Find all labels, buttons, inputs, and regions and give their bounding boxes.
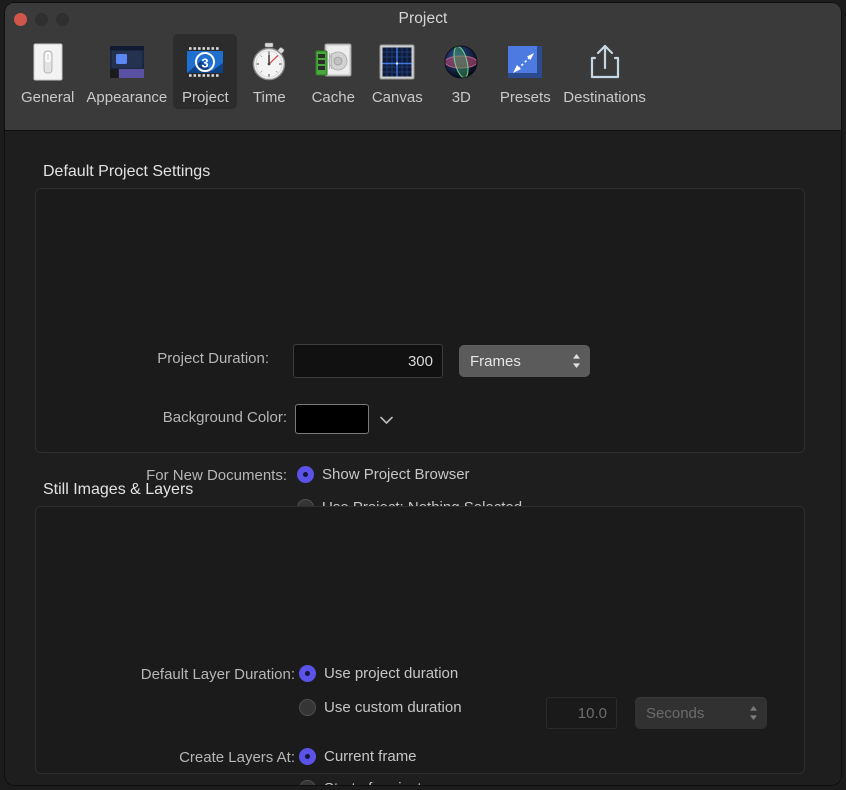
resize-arrows-icon: [501, 38, 549, 86]
window-title: Project: [5, 10, 841, 28]
radio-label-start-of-project: Start of project: [324, 780, 422, 785]
still-images-layers-group: [35, 506, 805, 774]
radio-label-use-project-duration: Use project duration: [324, 665, 458, 682]
background-color-label: Background Color:: [65, 409, 287, 426]
share-export-icon: [581, 38, 629, 86]
toolbar-item-canvas[interactable]: Canvas: [365, 34, 429, 109]
custom-duration-input[interactable]: 10.0: [546, 697, 617, 729]
toolbar-item-cache[interactable]: Cache: [301, 34, 365, 109]
preferences-toolbar: General Appearance: [15, 34, 831, 109]
section-title-default-project-settings: Default Project Settings: [43, 163, 210, 181]
window-titlebar: Project General: [5, 3, 841, 131]
project-duration-unit-popup[interactable]: Frames: [459, 345, 590, 377]
toggle-switch-icon: [24, 38, 72, 86]
custom-duration-unit-popup[interactable]: Seconds: [635, 697, 767, 729]
radio-show-project-browser[interactable]: Show Project Browser: [297, 466, 470, 483]
radio-current-frame[interactable]: Current frame: [299, 748, 417, 765]
project-duration-input[interactable]: 300: [293, 344, 443, 378]
toolbar-label-project: Project: [182, 89, 229, 106]
radio-start-of-project[interactable]: Start of project: [299, 780, 422, 785]
radio-use-custom-duration[interactable]: Use custom duration: [299, 699, 462, 716]
disk-memory-icon: [309, 38, 357, 86]
toolbar-label-presets: Presets: [500, 89, 551, 106]
toolbar-item-presets[interactable]: Presets: [493, 34, 557, 109]
svg-text:3: 3: [202, 56, 209, 71]
radio-use-project-duration[interactable]: Use project duration: [299, 665, 458, 682]
toolbar-label-canvas: Canvas: [372, 89, 423, 106]
toolbar-label-general: General: [21, 89, 74, 106]
radio-label-use-custom-duration: Use custom duration: [324, 699, 462, 716]
toolbar-label-time: Time: [253, 89, 286, 106]
default-layer-duration-label: Default Layer Duration:: [63, 666, 295, 683]
toolbar-item-general[interactable]: General: [15, 34, 80, 109]
custom-duration-unit-value: Seconds: [646, 705, 704, 722]
radio-indicator-unselected: [299, 699, 316, 716]
toolbar-item-time[interactable]: Time: [237, 34, 301, 109]
background-color-well[interactable]: [295, 404, 369, 434]
toolbar-label-3d: 3D: [452, 89, 471, 106]
chevron-updown-icon: [748, 704, 759, 722]
toolbar-label-destinations: Destinations: [563, 89, 646, 106]
preferences-window: Project General: [5, 3, 841, 785]
filmstrip-three-icon: 3: [181, 38, 229, 86]
grid-canvas-icon: [373, 38, 421, 86]
chevron-down-icon[interactable]: [379, 414, 394, 427]
radio-indicator-selected: [299, 748, 316, 765]
radio-label-current-frame: Current frame: [324, 748, 417, 765]
section-title-still-images-layers: Still Images & Layers: [43, 481, 193, 499]
radio-indicator-selected: [297, 466, 314, 483]
radio-label-show-project-browser: Show Project Browser: [322, 466, 470, 483]
create-layers-at-label: Create Layers At:: [63, 749, 295, 766]
project-duration-unit-value: Frames: [470, 353, 521, 370]
toolbar-item-destinations[interactable]: Destinations: [557, 34, 652, 109]
toolbar-label-cache: Cache: [312, 89, 355, 106]
radio-indicator-unselected: [299, 780, 316, 785]
toolbar-item-project[interactable]: 3 Project: [173, 34, 237, 109]
sphere-3d-icon: [437, 38, 485, 86]
toolbar-item-3d[interactable]: 3D: [429, 34, 493, 109]
appearance-panels-icon: [103, 38, 151, 86]
project-duration-label: Project Duration:: [65, 350, 269, 367]
toolbar-label-appearance: Appearance: [86, 89, 167, 106]
stopwatch-icon: [245, 38, 293, 86]
chevron-updown-icon: [571, 352, 582, 370]
preferences-content: Default Project Settings Project Duratio…: [5, 131, 841, 783]
radio-indicator-selected: [299, 665, 316, 682]
toolbar-item-appearance[interactable]: Appearance: [80, 34, 173, 109]
